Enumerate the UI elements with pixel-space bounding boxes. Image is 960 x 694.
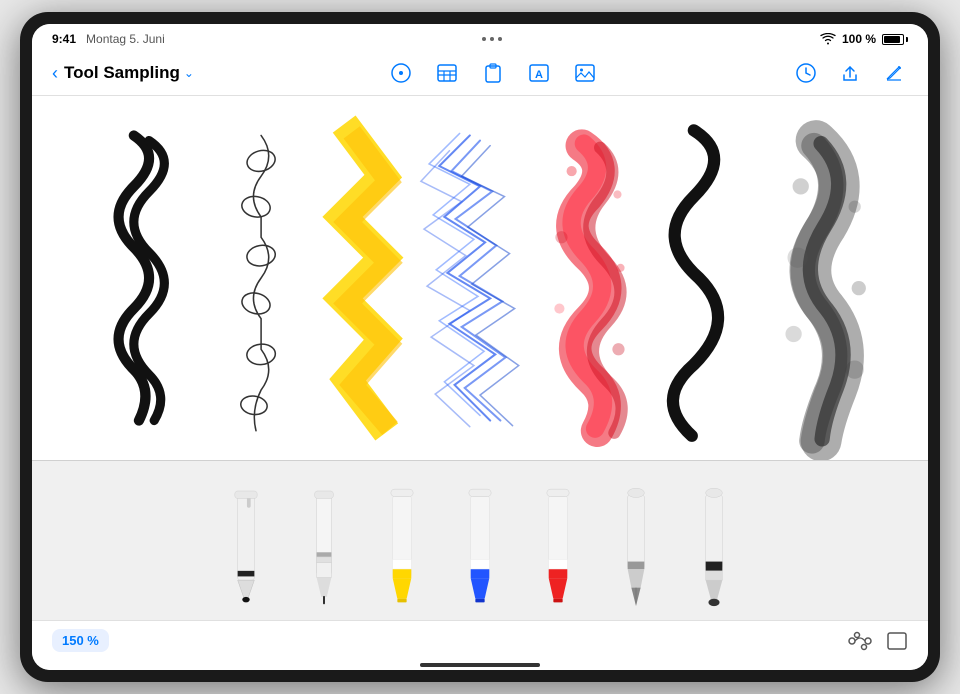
dot2 bbox=[490, 37, 494, 41]
stroke-splatter-dark bbox=[785, 141, 865, 441]
tool-fountain-pen[interactable] bbox=[609, 478, 663, 608]
annotate-button[interactable] bbox=[387, 59, 415, 87]
toolbar-left: ‹ Tool Sampling ⌄ bbox=[52, 63, 194, 83]
bottom-bar: 150 % bbox=[32, 620, 928, 662]
tool-brush[interactable] bbox=[687, 478, 741, 608]
frame-icon[interactable] bbox=[886, 631, 908, 651]
edit-button[interactable] bbox=[880, 59, 908, 87]
back-chevron-icon: ‹ bbox=[52, 64, 58, 82]
ipad-screen: 9:41 Montag 5. Juni 100 % bbox=[32, 24, 928, 670]
stroke-squiggle-black-thick bbox=[119, 135, 165, 420]
pencil-svg bbox=[219, 478, 273, 608]
home-indicator bbox=[32, 662, 928, 670]
title-dropdown-icon[interactable]: ⌄ bbox=[184, 66, 194, 80]
battery-percent: 100 % bbox=[842, 32, 876, 46]
home-bar bbox=[420, 663, 540, 667]
bottom-right-icons bbox=[848, 631, 908, 651]
back-button[interactable]: ‹ bbox=[52, 64, 58, 82]
dot3 bbox=[498, 37, 502, 41]
clipboard-button[interactable] bbox=[479, 59, 507, 87]
stroke-loops-thin bbox=[240, 135, 278, 430]
status-time-date: 9:41 Montag 5. Juni bbox=[52, 32, 165, 46]
time: 9:41 bbox=[52, 32, 76, 46]
table-button[interactable] bbox=[433, 59, 461, 87]
toolbar-center: A bbox=[387, 59, 599, 87]
marker-yellow-svg bbox=[375, 478, 429, 608]
marker-red-svg bbox=[531, 478, 585, 608]
status-right: 100 % bbox=[820, 32, 908, 46]
tool-fine-pen[interactable] bbox=[297, 478, 351, 608]
toolbar-right bbox=[792, 59, 908, 87]
text-button[interactable]: A bbox=[525, 59, 553, 87]
status-bar: 9:41 Montag 5. Juni 100 % bbox=[32, 24, 928, 52]
date: Montag 5. Juni bbox=[86, 32, 165, 46]
dot1 bbox=[482, 37, 486, 41]
share-button[interactable] bbox=[836, 59, 864, 87]
stroke-squiggle-black-medium bbox=[673, 130, 718, 435]
title-area: Tool Sampling ⌄ bbox=[64, 63, 194, 83]
fine-pen-svg bbox=[297, 478, 351, 608]
wifi-icon bbox=[820, 33, 836, 45]
tool-marker-red[interactable] bbox=[531, 478, 585, 608]
nodes-icon[interactable] bbox=[848, 631, 872, 651]
svg-text:A: A bbox=[535, 69, 543, 81]
tool-pencil[interactable] bbox=[219, 478, 273, 608]
battery-icon bbox=[882, 34, 908, 45]
zoom-level[interactable]: 150 % bbox=[52, 629, 109, 652]
stroke-splatter-red bbox=[554, 144, 624, 433]
document-title: Tool Sampling bbox=[64, 63, 180, 83]
fountain-pen-svg bbox=[609, 478, 663, 608]
image-button[interactable] bbox=[571, 59, 599, 87]
ipad-frame: 9:41 Montag 5. Juni 100 % bbox=[20, 12, 940, 682]
tool-marker-yellow[interactable] bbox=[375, 478, 429, 608]
status-center bbox=[482, 37, 502, 41]
stroke-scribble-blue bbox=[421, 133, 519, 426]
stroke-zigzag-yellow bbox=[343, 135, 389, 420]
canvas-area[interactable] bbox=[32, 96, 928, 460]
tool-marker-blue[interactable] bbox=[453, 478, 507, 608]
history-button[interactable] bbox=[792, 59, 820, 87]
drawings-svg bbox=[32, 96, 928, 460]
marker-blue-svg bbox=[453, 478, 507, 608]
brush-svg bbox=[687, 478, 741, 608]
tools-panel bbox=[32, 460, 928, 620]
toolbar: ‹ Tool Sampling ⌄ bbox=[32, 52, 928, 96]
